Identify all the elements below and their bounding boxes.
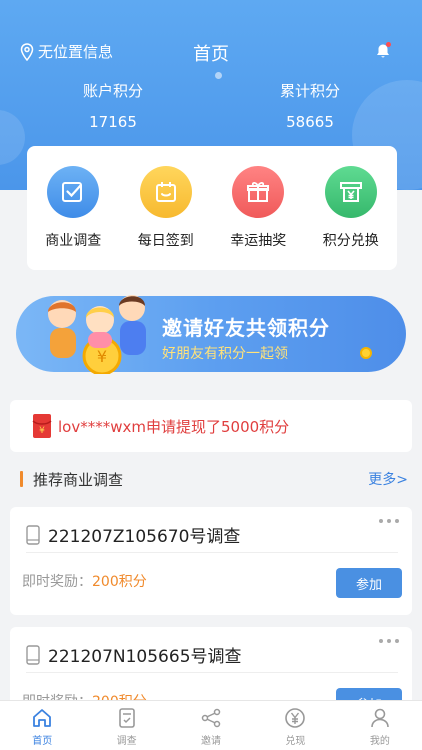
stat-value: 58665: [286, 113, 334, 131]
menu-item-survey[interactable]: 商业调查: [33, 166, 113, 270]
more-options-icon[interactable]: [378, 517, 400, 525]
survey-title: 221207Z105670号调查: [48, 527, 241, 547]
svg-text:¥: ¥: [39, 426, 45, 436]
menu-label: 商业调查: [45, 233, 102, 249]
banner-title: 邀请好友共领积分: [162, 316, 330, 340]
more-link[interactable]: 更多>: [368, 469, 408, 489]
survey-header: 221207Z105670号调查: [26, 517, 398, 553]
survey-card[interactable]: 221207Z105670号调查 即时奖励：200积分 参加: [10, 507, 412, 615]
section-header: 推荐商业调查 更多>: [20, 468, 412, 490]
account-points: 账户积分 17165: [43, 80, 183, 131]
menu-item-exchange[interactable]: 积分兑换: [311, 166, 391, 270]
tab-label: 邀请: [201, 736, 222, 747]
stat-label: 累计积分: [279, 82, 340, 100]
tab-label: 我的: [369, 736, 390, 747]
survey-check-icon: [47, 166, 100, 218]
tab-profile[interactable]: 我的: [338, 701, 422, 750]
survey-header: 221207N105665号调查: [26, 637, 398, 673]
notification-dot: [386, 42, 391, 47]
svg-text:¥: ¥: [97, 347, 107, 366]
home-icon: [33, 709, 52, 727]
phone-icon: [26, 644, 40, 665]
reward-value: 200积分: [92, 574, 147, 590]
menu-label: 每日签到: [137, 233, 194, 249]
notice-text: lov****wxm申请提现了5000积分: [58, 417, 290, 436]
friends-illustration-icon: ¥: [48, 295, 146, 374]
menu-label: 幸运抽奖: [230, 233, 287, 249]
tab-label: 调查: [116, 736, 137, 747]
yen-icon: [285, 708, 306, 728]
quick-menu: 商业调查 每日签到 幸运抽奖 积分兑换: [27, 146, 397, 270]
page-indicator-dot: [215, 72, 222, 79]
page-title: 首页: [193, 44, 229, 65]
user-icon: [371, 708, 389, 728]
invite-banner[interactable]: ¥ 邀请好友共领积分 好朋友有积分一起领: [16, 295, 406, 374]
tab-survey[interactable]: 调查: [84, 701, 168, 750]
join-button[interactable]: 参加: [336, 568, 402, 598]
stat-value: 17165: [89, 113, 137, 131]
phone-icon: [26, 524, 40, 545]
red-envelope-icon: ¥: [32, 414, 52, 438]
coin-icon: [360, 347, 372, 359]
decor-circle: [0, 110, 25, 165]
withdraw-notice: ¥ lov****wxm申请提现了5000积分: [10, 400, 412, 452]
menu-item-checkin[interactable]: 每日签到: [126, 166, 206, 270]
survey-icon: [118, 708, 135, 728]
yen-exchange-icon: [324, 166, 377, 218]
bottom-tab-bar: 首页 调查 邀请 兑现 我的: [0, 700, 422, 750]
stat-label: 账户积分: [82, 82, 143, 100]
tab-label: 兑现: [285, 736, 306, 747]
reward-label: 即时奖励：: [22, 574, 92, 590]
more-options-icon[interactable]: [378, 637, 400, 645]
gift-icon: [232, 166, 285, 218]
tab-cashout[interactable]: 兑现: [253, 701, 337, 750]
total-points: 累计积分 58665: [240, 80, 380, 131]
section-title: 推荐商业调查: [33, 470, 124, 489]
calendar-icon: [139, 166, 192, 218]
survey-reward: 即时奖励：200积分: [22, 571, 147, 591]
tab-label: 首页: [32, 736, 53, 747]
tab-invite[interactable]: 邀请: [169, 701, 253, 750]
section-accent-bar: [20, 471, 23, 487]
menu-item-lottery[interactable]: 幸运抽奖: [218, 166, 298, 270]
banner-subtitle: 好朋友有积分一起领: [162, 346, 288, 362]
tab-home[interactable]: 首页: [0, 701, 84, 750]
menu-label: 积分兑换: [322, 233, 379, 249]
survey-title: 221207N105665号调查: [48, 647, 242, 667]
share-icon: [201, 708, 221, 728]
